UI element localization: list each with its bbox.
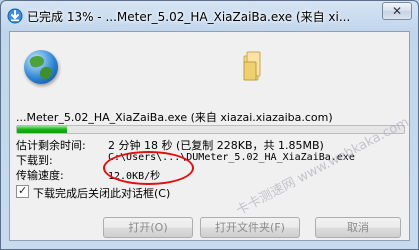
checkmark-icon: ✓ [18,184,28,197]
eta-row: 估计剩余时间: 2 分钟 18 秒 (已复制 228KB，共 1.85MB) [16,137,324,153]
open-folder-button[interactable]: 打开文件夹(F) [200,217,300,238]
close-on-complete-label[interactable]: 下载完成后关闭此对话框(C) [33,185,170,201]
download-to-label: 下载到: [16,154,53,167]
title-bar[interactable]: 已完成 13% - ...Meter_5.02_HA_XiaZaiBa.exe … [1,1,418,31]
download-to-row: 下载到: C:\Users\...\DUMeter_5.02_HA_XiaZai… [16,152,355,168]
file-name-source: ...Meter_5.02_HA_XiaZaiBa.exe (来自 xiazai… [16,111,333,124]
transfer-rate-row: 传输速度: 12.0KB/秒 [16,167,160,183]
eta-label: 估计剩余时间: [16,139,86,152]
globe-icon [24,50,58,84]
close-dialog-button[interactable]: 取消 [315,217,401,238]
download-progress-bar [16,125,405,134]
progress-fill [17,126,68,133]
dialog-content: ...Meter_5.02_HA_XiaZaiBa.exe (来自 xiazai… [9,31,412,241]
folder-icon [243,51,261,81]
close-icon: ✕ [391,4,403,18]
open-button[interactable]: 打开(O) [103,217,193,238]
close-on-complete-checkbox[interactable]: ✓ [16,184,29,198]
transfer-rate-label: 传输速度: [16,169,64,182]
close-button[interactable]: ✕ [382,2,412,20]
download-ie-icon [7,8,23,24]
red-annotation-circle [103,151,194,185]
window-title: 已完成 13% - ...Meter_5.02_HA_XiaZaiBa.exe … [27,10,351,24]
download-dialog: 已完成 13% - ...Meter_5.02_HA_XiaZaiBa.exe … [0,0,419,250]
